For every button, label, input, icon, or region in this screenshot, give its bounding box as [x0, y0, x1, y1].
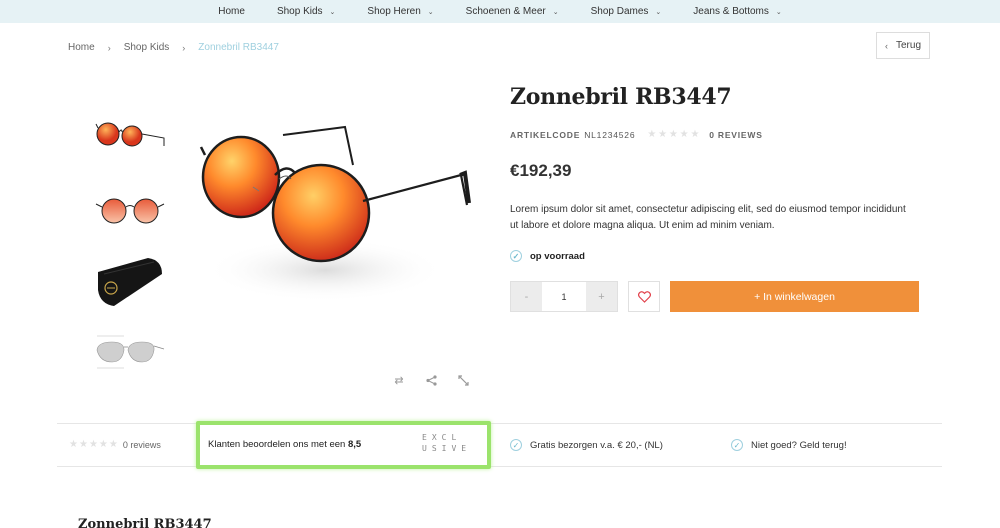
thumbnail-sunglasses-front[interactable] [94, 180, 166, 236]
product-description: Lorem ipsum dolor sit amet, consectetur … [510, 204, 906, 231]
chevron-down-icon: ⌄ [427, 8, 434, 16]
reviews-link[interactable]: 0 REVIEWS [709, 130, 763, 140]
star-icon: ★ [69, 439, 78, 450]
usp-rating: ★ ★ ★ ★ ★ 0 reviews [69, 439, 161, 450]
rating-stars[interactable]: ★ ★ ★ ★ ★ [647, 129, 701, 140]
product-title: Zonnebril RB3447 [510, 84, 732, 110]
star-icon: ★ [108, 439, 118, 450]
stock-status: ✓ op voorraad [510, 250, 585, 262]
chevron-down-icon: ⌄ [775, 8, 782, 16]
sunglasses-thumbnail-icon [95, 198, 165, 224]
usp-bar: ★ ★ ★ ★ ★ 0 reviews Klanten beoordelen o… [57, 421, 942, 469]
expand-icon[interactable] [454, 373, 472, 387]
check-icon: ✓ [731, 439, 743, 451]
star-icon: ★ [690, 129, 701, 140]
stock-label: op voorraad [530, 250, 585, 262]
sunglasses-case-icon [98, 258, 162, 306]
sunglasses-image-icon [199, 125, 471, 302]
nav-item-label: Schoenen & Meer [465, 6, 546, 17]
usp-free-shipping: ✓ Gratis bezorgen v.a. € 20,- (NL) [510, 439, 663, 451]
main-product-image[interactable] [195, 95, 485, 315]
star-icon: ★ [647, 129, 658, 140]
rating-stars: ★ ★ ★ ★ ★ [69, 439, 119, 450]
image-tools: ⇄ [390, 373, 472, 387]
chevron-down-icon: ⌄ [329, 8, 336, 16]
chevron-right-icon: › [107, 42, 111, 53]
breadcrumb-home[interactable]: Home [68, 42, 95, 53]
heart-icon [637, 290, 651, 303]
share-icon[interactable] [422, 373, 440, 387]
nav-item-label: Shop Kids [276, 6, 323, 17]
breadcrumb-shop-kids[interactable]: Shop Kids [124, 42, 170, 53]
star-icon: ★ [658, 129, 668, 140]
star-icon: ★ [668, 129, 679, 140]
sku-value: NL1234526 [584, 129, 636, 140]
thumbnail-sunglasses-angle[interactable] [94, 108, 166, 164]
back-button[interactable]: ‹ Terug [876, 32, 930, 59]
customer-rating-text: Klanten beoordelen ons met een 8,5 [208, 439, 361, 450]
nav-item-jeans[interactable]: Jeans & Bottoms ⌄ [693, 6, 781, 17]
sku-label: ARTIKELCODE [510, 129, 581, 140]
thumbnail-sunglasses-diagram[interactable] [94, 322, 166, 378]
star-icon: ★ [679, 129, 690, 140]
section-title: Zonnebril RB3447 [78, 517, 212, 528]
nav-item-shop-dames[interactable]: Shop Dames ⌄ [591, 6, 662, 17]
usp-free-shipping-label: Gratis bezorgen v.a. € 20,- (NL) [530, 439, 663, 451]
compare-icon[interactable]: ⇄ [390, 373, 408, 387]
quantity-minus-button[interactable]: - [511, 282, 542, 311]
chevron-down-icon: ⌄ [552, 8, 559, 16]
nav-item-label: Shop Dames [590, 6, 649, 17]
nav-item-label: Home [218, 6, 245, 17]
customer-rating-badge[interactable]: Klanten beoordelen ons met een 8,5 EXCL … [196, 421, 491, 469]
chevron-left-icon: ‹ [884, 40, 888, 51]
quantity-stepper: - + [510, 281, 618, 312]
nav-item-label: Shop Heren [367, 6, 421, 17]
nav-item-shop-heren[interactable]: Shop Heren ⌄ [367, 6, 433, 17]
rating-score: 8,5 [347, 439, 362, 450]
check-icon: ✓ [510, 250, 522, 262]
add-to-cart-button[interactable]: + In winkelwagen [670, 281, 919, 312]
logo-line-2: USIVE [422, 444, 472, 453]
sunglasses-thumbnail-icon [95, 122, 165, 147]
usp-reviews-label[interactable]: 0 reviews [123, 440, 161, 450]
sku-row: ARTIKELCODE NL1234526 ★ ★ ★ ★ ★ 0 REVIEW… [510, 129, 763, 140]
breadcrumb-current: Zonnebril RB3447 [198, 42, 279, 53]
product-price: €192,39 [510, 161, 572, 180]
nav-item-home[interactable]: Home [218, 6, 245, 17]
thumbnail-sunglasses-case[interactable] [94, 252, 166, 308]
check-icon: ✓ [510, 439, 522, 451]
exclusive-logo: EXCL USIVE [422, 432, 472, 454]
top-navigation: Home Shop Kids ⌄ Shop Heren ⌄ Schoenen & M… [0, 0, 1000, 23]
logo-line-1: EXCL [422, 433, 462, 442]
rating-prefix: Klanten beoordelen ons met een [208, 439, 346, 450]
back-button-label: Terug [895, 40, 921, 51]
nav-item-schoenen[interactable]: Schoenen & Meer ⌄ [466, 6, 559, 17]
star-icon: ★ [88, 439, 98, 450]
usp-money-back-label: Niet goed? Geld terug! [751, 439, 847, 451]
breadcrumb: Home › Shop Kids › Zonnebril RB3447 [68, 42, 279, 53]
chevron-right-icon: › [182, 42, 186, 53]
sunglasses-diagram-icon [96, 335, 165, 369]
chevron-down-icon: ⌄ [655, 8, 662, 16]
quantity-input[interactable] [542, 282, 586, 311]
quantity-plus-button[interactable]: + [586, 282, 617, 311]
nav-item-shop-kids[interactable]: Shop Kids ⌄ [277, 6, 335, 17]
usp-money-back: ✓ Niet goed? Geld terug! [731, 439, 847, 451]
wishlist-button[interactable] [628, 281, 660, 312]
star-icon: ★ [78, 439, 88, 450]
star-icon: ★ [98, 439, 108, 450]
nav-item-label: Jeans & Bottoms [693, 6, 769, 17]
